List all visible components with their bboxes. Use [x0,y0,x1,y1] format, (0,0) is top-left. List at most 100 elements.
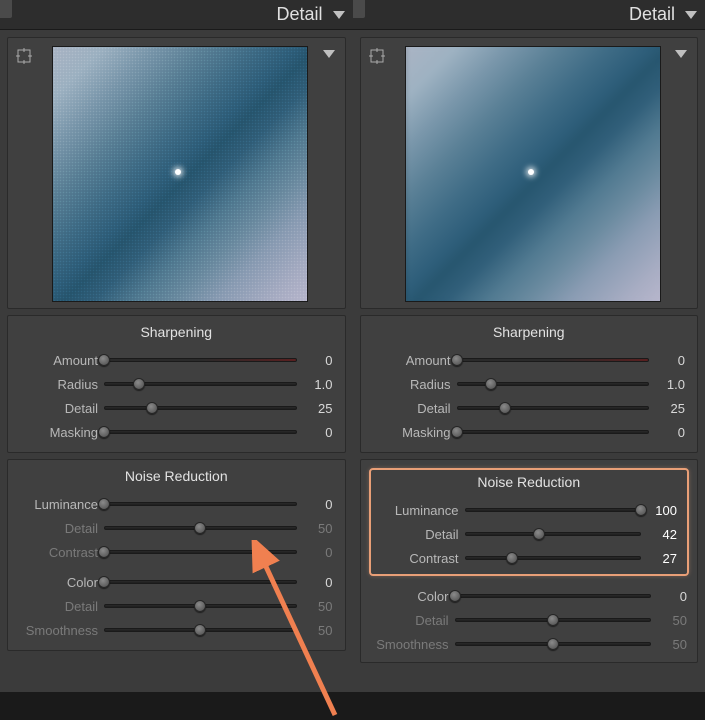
noise-colordetail-slider[interactable] [455,612,652,628]
slider-label: Amount [371,353,455,368]
noise-smoothness-row: Smoothness 50 [18,618,335,642]
sharpening-detail-row: Detail 25 [371,396,688,420]
sharpening-detail-slider[interactable] [457,400,650,416]
sharpening-radius-row: Radius 1.0 [371,372,688,396]
slider-value[interactable]: 50 [299,599,335,614]
noise-detail-row: Detail 42 [379,522,680,546]
noise-luminance-slider[interactable] [465,502,642,518]
sharpening-detail-slider[interactable] [104,400,297,416]
slider-label: Contrast [18,545,102,560]
slider-value[interactable]: 50 [653,613,689,628]
noise-section: Noise Reduction Luminance 0 Detail 50 Co… [7,459,346,651]
slider-label: Color [369,589,453,604]
slider-value[interactable]: 50 [653,637,689,652]
panel-switch-icon[interactable] [0,0,12,18]
sharpening-amount-slider[interactable] [457,352,650,368]
collapse-icon[interactable] [333,11,345,19]
slider-value[interactable]: 0 [653,589,689,604]
sharpening-masking-row: Masking 0 [371,420,688,444]
slider-label: Detail [18,521,102,536]
noise-detail-row: Detail 50 [18,516,335,540]
highlight-annotation: Noise Reduction Luminance 100 Detail 42 … [369,468,690,576]
sharpening-detail-row: Detail 25 [18,396,335,420]
slider-value[interactable]: 25 [651,401,687,416]
section-title: Noise Reduction [379,474,680,490]
slider-value[interactable]: 1.0 [299,377,335,392]
slider-label: Detail [371,401,455,416]
slider-label: Luminance [379,503,463,518]
slider-value[interactable]: 50 [299,623,335,638]
slider-value[interactable]: 100 [643,503,679,518]
slider-label: Radius [371,377,455,392]
slider-label: Color [18,575,102,590]
sharpening-radius-row: Radius 1.0 [18,372,335,396]
noise-section: Noise Reduction Luminance 100 Detail 42 … [360,459,699,663]
noise-contrast-slider[interactable] [465,550,642,566]
noise-color-row: Color 0 [18,570,335,594]
panel-body: Sharpening Amount 0 Radius 1.0 Detail 25… [0,30,353,692]
noise-colordetail-row: Detail 50 [369,608,690,632]
slider-label: Masking [371,425,455,440]
noise-smoothness-slider[interactable] [104,622,297,638]
slider-value[interactable]: 0 [651,353,687,368]
preview-menu-icon[interactable] [323,50,335,58]
slider-value[interactable]: 27 [643,551,679,566]
noise-contrast-slider[interactable] [104,544,297,560]
sharpening-masking-slider[interactable] [104,424,297,440]
section-title: Sharpening [18,324,335,340]
slider-value[interactable]: 50 [299,521,335,536]
panel-header[interactable]: Detail [0,0,353,30]
slider-value[interactable]: 25 [299,401,335,416]
slider-label: Smoothness [18,623,102,638]
slider-label: Amount [18,353,102,368]
slider-label: Detail [369,613,453,628]
slider-label: Contrast [379,551,463,566]
slider-value[interactable]: 0 [299,497,335,512]
noise-contrast-row: Contrast 27 [379,546,680,570]
slider-value[interactable]: 42 [643,527,679,542]
noise-smoothness-slider[interactable] [455,636,652,652]
detail-panel-right: Detail Sharpening Amount 0 Radius 1.0 [353,0,705,692]
noise-detail-slider[interactable] [465,526,642,542]
star-icon [528,169,534,175]
noise-colordetail-row: Detail 50 [18,594,335,618]
slider-value[interactable]: 1.0 [651,377,687,392]
slider-value[interactable]: 0 [299,575,335,590]
preview-menu-icon[interactable] [675,50,687,58]
collapse-icon[interactable] [685,11,697,19]
detail-panel-left: Detail Sharpening Amount 0 Radius 1.0 [0,0,353,692]
slider-value[interactable]: 0 [299,425,335,440]
section-title: Noise Reduction [18,468,335,484]
slider-value[interactable]: 0 [299,545,335,560]
noise-color-slider[interactable] [455,588,652,604]
detail-preview[interactable] [405,46,661,302]
section-title: Sharpening [371,324,688,340]
preview-section [7,37,346,309]
target-picker-icon[interactable] [369,48,385,64]
detail-preview[interactable] [52,46,308,302]
slider-label: Detail [379,527,463,542]
sharpening-section: Sharpening Amount 0 Radius 1.0 Detail 25… [360,315,699,453]
sharpening-amount-row: Amount 0 [18,348,335,372]
panel-title: Detail [276,4,322,25]
noise-color-slider[interactable] [104,574,297,590]
sharpening-amount-slider[interactable] [104,352,297,368]
sharpening-section: Sharpening Amount 0 Radius 1.0 Detail 25… [7,315,346,453]
panel-body: Sharpening Amount 0 Radius 1.0 Detail 25… [353,30,705,692]
noise-luminance-row: Luminance 100 [379,498,680,522]
noise-colordetail-slider[interactable] [104,598,297,614]
target-picker-icon[interactable] [16,48,32,64]
slider-label: Luminance [18,497,102,512]
panel-title: Detail [629,4,675,25]
slider-value[interactable]: 0 [299,353,335,368]
panel-switch-icon[interactable] [353,0,365,18]
noise-detail-slider[interactable] [104,520,297,536]
slider-value[interactable]: 0 [651,425,687,440]
panel-header[interactable]: Detail [353,0,705,30]
sharpening-radius-slider[interactable] [104,376,297,392]
slider-label: Radius [18,377,102,392]
noise-contrast-row: Contrast 0 [18,540,335,564]
sharpening-masking-slider[interactable] [457,424,650,440]
noise-luminance-slider[interactable] [104,496,297,512]
slider-label: Smoothness [369,637,453,652]
